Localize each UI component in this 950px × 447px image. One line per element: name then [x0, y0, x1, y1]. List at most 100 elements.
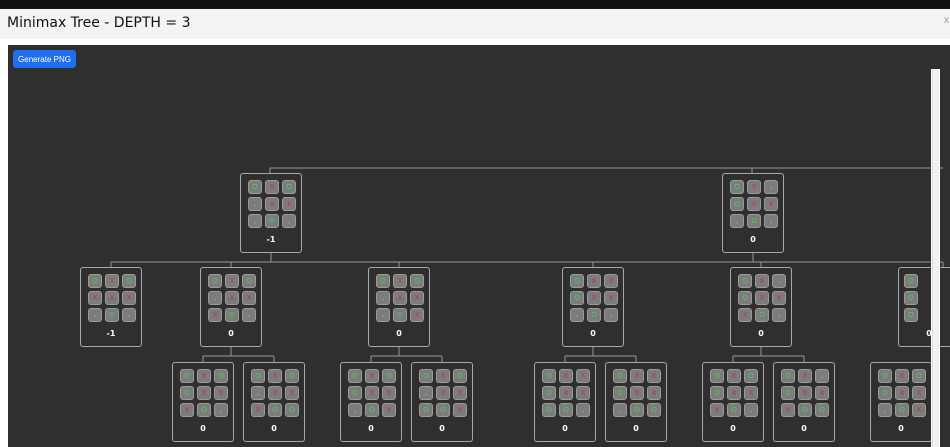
- node-score: 0: [368, 424, 374, 433]
- tree-node: OOO0: [898, 267, 950, 347]
- board-cell: .: [613, 403, 627, 417]
- board-cell: X: [781, 403, 795, 417]
- board-cell: O: [542, 403, 556, 417]
- board-cell: X: [630, 386, 644, 400]
- board-cell: X: [755, 274, 769, 288]
- board-cell: X: [393, 274, 407, 288]
- tree-node: OXXOXXOO.0: [534, 362, 596, 442]
- board-cell: X: [436, 386, 450, 400]
- tree-canvas[interactable]: O X O. X X. O. -1 O X. O X X. O. 0 O X O X X X. O. -1 O X O. X X X O…: [8, 45, 950, 447]
- board-cell: X: [453, 403, 467, 417]
- board-cell: X: [105, 274, 119, 288]
- generate-png-button[interactable]: Generate PNG: [13, 50, 76, 68]
- board-cell: X: [268, 386, 282, 400]
- board-cell: O: [630, 403, 644, 417]
- board-cell: O: [878, 369, 892, 383]
- board-cell: X: [798, 386, 812, 400]
- board-cell: X: [755, 291, 769, 305]
- board-cell: .: [772, 308, 786, 322]
- board-cell: O: [214, 369, 228, 383]
- board-cell: X: [747, 197, 761, 211]
- board-cell: X: [436, 369, 450, 383]
- board-cell: X: [180, 403, 194, 417]
- board-cell: X: [587, 291, 601, 305]
- board-cell: .: [214, 403, 228, 417]
- tree-node: OXXOXX.OO0: [605, 362, 667, 442]
- node-score: -1: [106, 329, 116, 338]
- close-icon[interactable]: x: [944, 15, 949, 26]
- board-cell: .: [251, 386, 265, 400]
- board-cell: X: [727, 369, 741, 383]
- tree-node: O X O X X X. O. -1: [80, 267, 142, 347]
- node-score: 0: [271, 424, 277, 433]
- board-cell: X: [912, 403, 926, 417]
- board-cell: O: [904, 291, 918, 305]
- board-cell: X: [576, 369, 590, 383]
- board-cell: X: [647, 369, 661, 383]
- board-cell: X: [242, 291, 256, 305]
- board-cell: O: [559, 403, 573, 417]
- node-score: 0: [200, 424, 206, 433]
- board-cell: .: [570, 308, 584, 322]
- board-cell: O: [285, 403, 299, 417]
- board-cell: O: [647, 403, 661, 417]
- board-cell: X: [382, 403, 396, 417]
- board-cell: O: [88, 274, 102, 288]
- board-cell: O: [738, 274, 752, 288]
- board-cell: O: [225, 308, 239, 322]
- board-cell: O: [376, 274, 390, 288]
- board-cell: .: [248, 197, 262, 211]
- board-cell: X: [764, 197, 778, 211]
- board-cell: O: [542, 369, 556, 383]
- board-cell: O: [542, 386, 556, 400]
- board-cell: O: [587, 308, 601, 322]
- board-cell: O: [878, 386, 892, 400]
- board-cell: O: [197, 403, 211, 417]
- board-cell: .: [122, 308, 136, 322]
- scrollbar-thumb[interactable]: [932, 69, 939, 447]
- node-score: 0: [758, 329, 764, 338]
- board-cell: O: [419, 403, 433, 417]
- board-cell: X: [122, 291, 136, 305]
- board-cell: .: [282, 214, 296, 228]
- board-cell: O: [730, 197, 744, 211]
- board-cell: O: [570, 291, 584, 305]
- board-cell: O: [285, 369, 299, 383]
- board-cell: X: [453, 386, 467, 400]
- node-score: 0: [439, 424, 445, 433]
- board-cell: .: [376, 291, 390, 305]
- board-cell: .: [242, 308, 256, 322]
- board-cell: O: [912, 369, 926, 383]
- board-cell: .: [878, 403, 892, 417]
- board-cell: X: [282, 197, 296, 211]
- board-cell: O: [904, 308, 918, 322]
- board-cell: O: [436, 403, 450, 417]
- board-cell: O: [419, 369, 433, 383]
- board-cell: O: [755, 308, 769, 322]
- board-cell: O: [747, 214, 761, 228]
- board-cell: X: [410, 291, 424, 305]
- board-cell: O: [895, 403, 909, 417]
- node-score: 0: [633, 424, 639, 433]
- board-cell: O: [242, 274, 256, 288]
- board-cell: O: [710, 386, 724, 400]
- node-score: 0: [396, 329, 402, 338]
- board-cell: O: [710, 369, 724, 383]
- board-cell: X: [895, 386, 909, 400]
- tree-node: OXOOXXXO.0: [172, 362, 234, 442]
- board-cell: X: [710, 403, 724, 417]
- board-cell: X: [265, 197, 279, 211]
- board-cell: O: [393, 308, 407, 322]
- node-score: 0: [898, 424, 904, 433]
- minimax-tree: O X O. X X. O. -1 O X. O X X. O. 0 O X O X X X. O. -1 O X O. X X X O…: [8, 45, 950, 447]
- vertical-scrollbar[interactable]: [931, 69, 940, 447]
- board-cell: X: [268, 369, 282, 383]
- board-cell: O: [798, 403, 812, 417]
- board-cell: X: [410, 308, 424, 322]
- tree-node: O X O. X X. O. -1: [240, 173, 302, 253]
- board-cell: .: [88, 308, 102, 322]
- tree-node: OXXOXX.O.0: [562, 267, 624, 347]
- board-cell: X: [88, 291, 102, 305]
- board-cell: .: [764, 180, 778, 194]
- board-cell: O: [613, 386, 627, 400]
